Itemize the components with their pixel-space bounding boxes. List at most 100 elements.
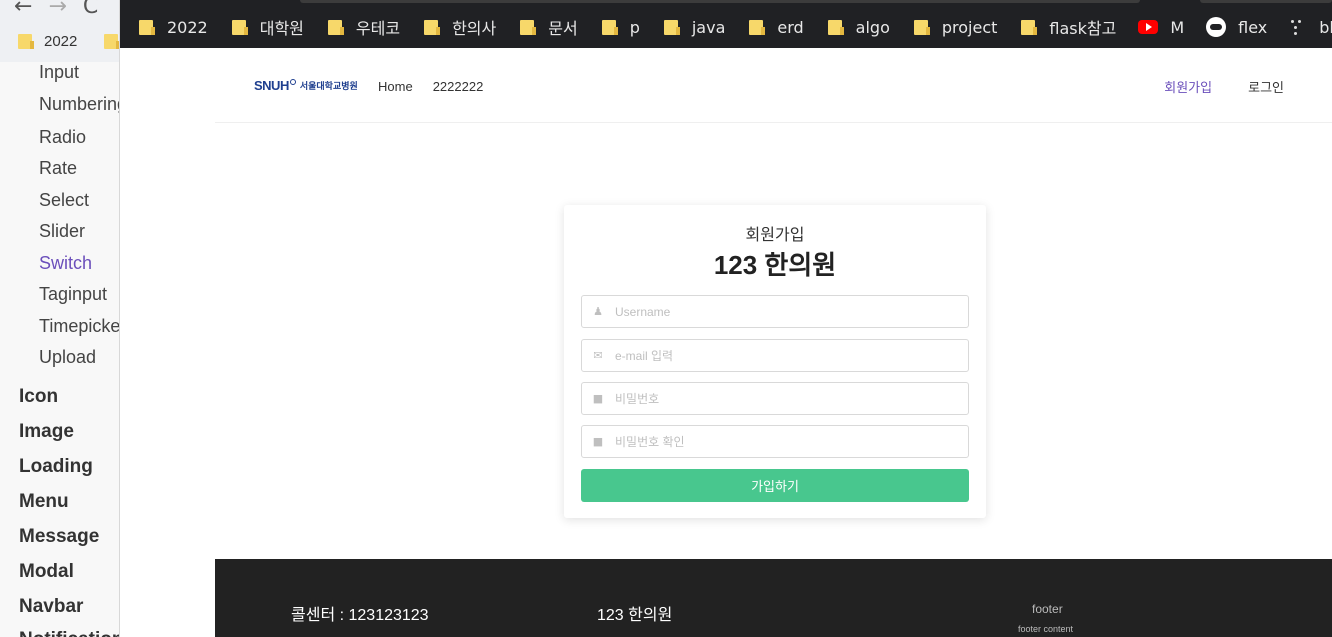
folder-icon <box>663 19 680 35</box>
sidebar-item-upload[interactable]: Upload <box>39 347 96 368</box>
bookmark-doctor[interactable]: 한의사 <box>424 15 496 39</box>
site-header: SNUH 서울대학교병원 Home 2222222 회원가입 로그인 <box>215 48 1332 123</box>
card-title: 123 한의원 <box>713 250 837 280</box>
signup-link[interactable]: 회원가입 <box>1164 77 1212 96</box>
sidebar-item-select[interactable]: Select <box>39 190 89 211</box>
username-field[interactable]: ♟ <box>581 295 969 328</box>
main-nav: Home 2222222 <box>378 79 503 94</box>
sidebar-section-notification[interactable]: Notification <box>19 629 119 637</box>
sidebar-item-switch[interactable]: Switch <box>39 253 92 274</box>
nav-2222222-link[interactable]: 2222222 <box>433 79 484 94</box>
email-input[interactable] <box>615 348 955 363</box>
sidebar-section-navbar[interactable]: Navbar <box>19 596 83 618</box>
folder-icon <box>827 19 844 35</box>
username-input[interactable] <box>615 304 955 319</box>
back-browser-toolbar: ← → C 2022 <box>0 0 119 62</box>
bookmark-2022[interactable]: 2022 <box>139 18 208 37</box>
bookmark-label: java <box>691 17 726 37</box>
bookmark-label: 문서 <box>548 19 578 38</box>
bookmark-label: flex <box>1238 17 1268 37</box>
site-footer: 콜센터 : 123123123 123 한의원 footer footer co… <box>215 559 1332 637</box>
lock-icon: ■ <box>592 434 604 448</box>
password-field[interactable]: ■ <box>581 382 969 415</box>
password-input[interactable] <box>615 391 955 406</box>
bookmark-wootecho[interactable]: 우테코 <box>327 15 401 39</box>
sidebar-item-taginput[interactable]: Taginput <box>39 284 107 305</box>
sidebar-item-slider[interactable]: Slider <box>39 221 85 242</box>
cloud-icon <box>1206 17 1227 37</box>
sidebar-item-rate[interactable]: Rate <box>39 158 77 179</box>
bookmark-label: erd <box>777 17 804 37</box>
bookmark-label: project <box>941 17 998 37</box>
page-content: SNUH 서울대학교병원 Home 2222222 회원가입 로그인 회원가입 … <box>215 48 1332 637</box>
signup-submit-button[interactable]: 가입하기 <box>581 469 969 502</box>
bookmark-java[interactable]: java <box>663 17 726 37</box>
site-logo[interactable]: SNUH 서울대학교병원 <box>254 78 358 93</box>
bookmark-grad-school[interactable]: 대학원 <box>231 15 304 39</box>
forward-arrow-icon[interactable]: → <box>48 0 66 19</box>
sidebar-section-image[interactable]: Image <box>19 421 74 443</box>
bookmark-label: p <box>629 17 640 37</box>
dots-icon <box>1289 18 1307 36</box>
back-bookmark-bar: 2022 <box>18 33 119 50</box>
folder-icon <box>520 19 537 35</box>
folder-icon <box>139 19 155 35</box>
folder-icon <box>231 19 248 35</box>
bookmarks-bar: 2022 대학원 우테코 한의사 문서 p java erd algo proj… <box>120 0 1332 48</box>
back-browser-window: ← → C 2022 Input Numbering Radio Rate Sele… <box>0 0 120 637</box>
folder-icon <box>913 19 930 35</box>
logo-korean-text: 서울대학교병원 <box>299 81 358 91</box>
back-arrow-icon[interactable]: ← <box>14 0 32 19</box>
bookmark-label: M <box>1170 17 1185 37</box>
logo-mark-icon <box>289 78 296 85</box>
bookmark-label: 한의사 <box>452 19 497 38</box>
password-confirm-field[interactable]: ■ <box>581 425 969 458</box>
bookmark-algo[interactable]: algo <box>827 17 890 37</box>
bookmark-m[interactable]: M <box>1138 18 1184 37</box>
sidebar-section-menu[interactable]: Menu <box>19 491 69 513</box>
folder-icon <box>327 19 344 35</box>
front-browser-window: 2022 대학원 우테코 한의사 문서 p java erd algo proj… <box>120 0 1332 637</box>
sidebar-item-timepicker[interactable]: Timepicker <box>39 316 119 337</box>
bookmark-block-vs-inline[interactable]: block vs inli <box>1289 18 1332 37</box>
folder-icon <box>1021 19 1038 35</box>
nav-home-link[interactable]: Home <box>378 79 413 94</box>
email-field[interactable]: ✉ <box>581 339 969 372</box>
youtube-icon <box>1138 20 1159 34</box>
lock-icon: ■ <box>592 391 604 405</box>
back-bookmark-label[interactable]: 2022 <box>44 33 77 50</box>
sidebar-section-modal[interactable]: Modal <box>19 561 74 583</box>
card-subtitle: 회원가입 <box>745 227 805 244</box>
reload-icon[interactable]: C <box>83 0 98 19</box>
bookmark-flex[interactable]: flex <box>1206 17 1267 37</box>
login-link[interactable]: 로그인 <box>1248 77 1284 96</box>
bookmark-docs[interactable]: 문서 <box>520 15 578 39</box>
signup-card: 회원가입 123 한의원 ♟ ✉ ■ ■ 가입하기 <box>564 205 986 518</box>
folder-icon <box>749 19 766 35</box>
footer-clinic-name: 123 한의원 <box>597 607 673 624</box>
folder-icon <box>18 34 34 49</box>
bookmark-erd[interactable]: erd <box>749 17 804 37</box>
mail-icon: ✉ <box>593 348 603 362</box>
sidebar-item-radio[interactable]: Radio <box>39 127 86 148</box>
sidebar-section-message[interactable]: Message <box>19 526 99 548</box>
password-confirm-input[interactable] <box>615 434 955 449</box>
footer-call-center: 콜센터 : 123123123 <box>291 607 429 624</box>
bookmark-p[interactable]: p <box>601 17 640 37</box>
bookmark-label: 2022 <box>167 17 208 37</box>
bookmark-label: algo <box>855 17 890 37</box>
folder-icon <box>424 19 441 35</box>
sidebar-section-loading[interactable]: Loading <box>19 456 93 478</box>
sidebar-section-icon[interactable]: Icon <box>19 386 58 408</box>
sidebar-item-input[interactable]: Input <box>39 62 79 83</box>
folder-icon <box>104 34 119 49</box>
user-icon: ♟ <box>593 304 603 318</box>
bookmark-label: 우테코 <box>355 19 401 38</box>
sidebar-item-numbering[interactable]: Numbering <box>39 94 119 115</box>
logo-text: SNUH <box>254 78 289 93</box>
bookmark-flask[interactable]: flask참고 <box>1021 15 1116 39</box>
back-nav-controls: ← → C <box>14 0 114 19</box>
bookmark-project[interactable]: project <box>913 17 998 37</box>
address-bar-edge <box>300 0 1140 3</box>
footer-content: footer content <box>1018 624 1074 634</box>
